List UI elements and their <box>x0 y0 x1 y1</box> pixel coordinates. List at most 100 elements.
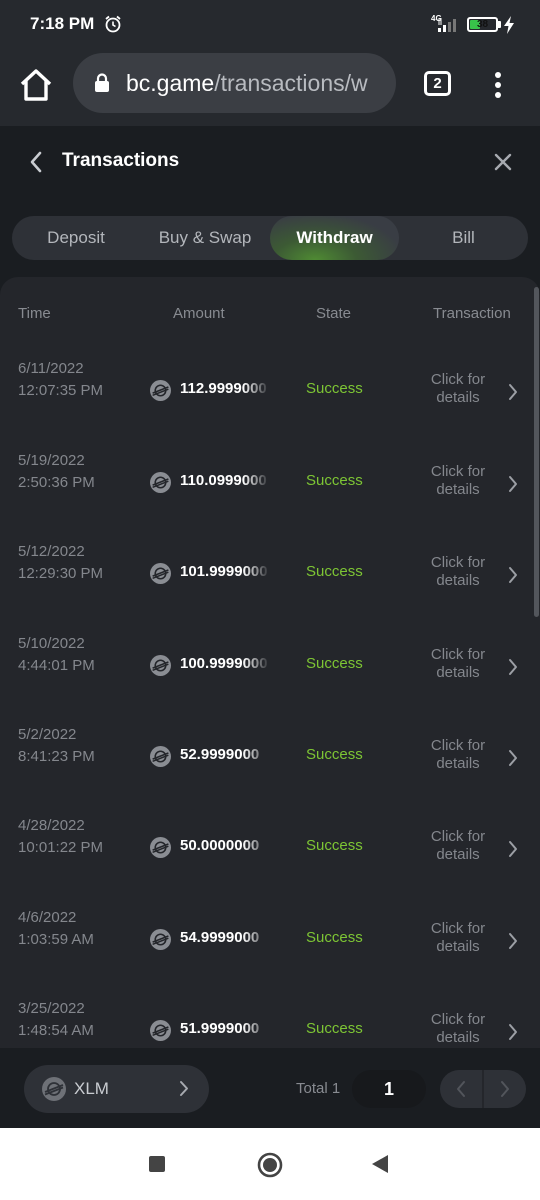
column-header-state: State <box>316 305 352 322</box>
previous-page-icon[interactable] <box>456 1080 466 1098</box>
page-header: Transactions <box>0 126 540 202</box>
recents-button[interactable] <box>149 1156 165 1172</box>
chevron-right-icon[interactable] <box>507 749 519 767</box>
row-state: Success <box>306 655 363 672</box>
lock-icon <box>95 73 109 92</box>
system-navigation-bar <box>0 1128 540 1200</box>
total-count: Total 1 <box>296 1080 341 1097</box>
url-text: bc.game/transactions/w <box>126 70 368 97</box>
current-page[interactable]: 1 <box>352 1070 426 1108</box>
row-date: 4/6/2022 <box>18 909 77 926</box>
tab-switcher-button[interactable]: 2 <box>424 71 451 96</box>
row-time: 1:03:59 AM <box>18 931 94 948</box>
scrollbar[interactable] <box>534 287 539 617</box>
row-state: Success <box>306 472 363 489</box>
page-navigation <box>440 1070 526 1108</box>
chevron-right-icon <box>180 1081 188 1096</box>
chevron-right-icon[interactable] <box>507 1023 519 1041</box>
row-date: 4/28/2022 <box>18 817 85 834</box>
row-timestamp: 4/28/2022 10:01:22 PM <box>18 815 103 859</box>
more-menu-icon[interactable] <box>487 70 509 100</box>
row-state: Success <box>306 929 363 946</box>
row-timestamp: 5/2/2022 8:41:23 PM <box>18 724 95 768</box>
row-date: 6/11/2022 <box>18 360 84 377</box>
column-header-time: Time <box>18 305 51 322</box>
row-amount: 110.0999000 <box>180 472 267 489</box>
stellar-xlm-icon <box>150 837 171 858</box>
row-details-link[interactable]: Click for details <box>420 828 496 864</box>
row-amount: 101.9999000 <box>180 563 268 580</box>
chevron-right-icon[interactable] <box>507 383 519 401</box>
row-timestamp: 3/25/2022 1:48:54 AM <box>18 998 94 1042</box>
column-header-amount: Amount <box>173 305 225 322</box>
row-state: Success <box>306 1020 363 1037</box>
status-time: 7:18 PM <box>30 14 95 33</box>
chevron-right-icon[interactable] <box>507 840 519 858</box>
table-row[interactable]: 5/19/2022 2:50:36 PM 110.0999000 Success Cli… <box>0 450 534 541</box>
stellar-xlm-icon <box>150 655 171 676</box>
row-state: Success <box>306 837 363 854</box>
row-time: 10:01:22 PM <box>18 839 104 856</box>
tab-deposit[interactable]: Deposit <box>12 216 140 260</box>
close-icon[interactable] <box>493 152 513 172</box>
row-amount: 54.9999000 <box>180 929 260 946</box>
row-time: 12:07:35 PM <box>18 382 104 399</box>
row-details-link[interactable]: Click for details <box>420 463 496 499</box>
row-details-link[interactable]: Click for details <box>420 1011 496 1047</box>
pager-divider <box>482 1070 484 1108</box>
transactions-panel: Time Amount State Transaction 6/11/2022 1… <box>0 277 540 1125</box>
row-state: Success <box>306 563 363 580</box>
table-row[interactable]: 5/12/2022 12:29:30 PM 101.9999000 Success Cl… <box>0 541 534 632</box>
tab-bill[interactable]: Bill <box>399 216 528 260</box>
currency-label: XLM <box>74 1079 109 1098</box>
row-time: 12:29:30 PM <box>18 565 104 582</box>
back-button[interactable] <box>370 1154 390 1174</box>
transaction-type-tabs: Deposit Buy & Swap Withdraw Bill <box>12 216 528 260</box>
row-timestamp: 4/6/2022 1:03:59 AM <box>18 907 94 951</box>
next-page-icon[interactable] <box>500 1080 510 1098</box>
pagination-footer: XLM Total 1 1 <box>0 1048 540 1128</box>
row-amount: 50.0000000 <box>180 837 260 854</box>
row-details-link[interactable]: Click for details <box>420 920 496 956</box>
row-details-link[interactable]: Click for details <box>420 737 496 773</box>
tab-withdraw[interactable]: Withdraw <box>270 216 399 260</box>
table-row[interactable]: 5/10/2022 4:44:01 PM 100.9999000 Success Cli… <box>0 633 534 724</box>
chevron-right-icon[interactable] <box>507 475 519 493</box>
row-date: 5/10/2022 <box>18 635 85 652</box>
stellar-xlm-icon <box>150 929 171 950</box>
table-row[interactable]: 5/2/2022 8:41:23 PM 52.9999000 Success Click… <box>0 724 534 815</box>
stellar-xlm-icon <box>42 1077 66 1101</box>
table-row[interactable]: 6/11/2022 12:07:35 PM 112.9999000 Success Cl… <box>0 358 534 449</box>
chevron-right-icon[interactable] <box>507 566 519 584</box>
back-chevron-icon[interactable] <box>28 150 44 174</box>
row-amount: 51.9999000 <box>180 1020 260 1037</box>
table-row[interactable]: 4/6/2022 1:03:59 AM 54.9999000 Success Click… <box>0 907 534 998</box>
home-icon[interactable] <box>18 68 54 102</box>
address-bar[interactable]: bc.game/transactions/w <box>73 53 396 113</box>
charging-bolt-icon <box>504 16 514 34</box>
row-timestamp: 5/12/2022 12:29:30 PM <box>18 541 103 585</box>
page-title: Transactions <box>62 150 180 171</box>
row-state: Success <box>306 746 363 763</box>
tab-buy-swap[interactable]: Buy & Swap <box>141 216 269 260</box>
row-time: 4:44:01 PM <box>18 657 95 674</box>
row-date: 5/19/2022 <box>18 452 85 469</box>
table-row[interactable]: 4/28/2022 10:01:22 PM 50.0000000 Success Cli… <box>0 815 534 906</box>
stellar-xlm-icon <box>150 380 171 401</box>
row-timestamp: 5/19/2022 2:50:36 PM <box>18 450 95 494</box>
row-details-link[interactable]: Click for details <box>420 554 496 590</box>
currency-selector[interactable]: XLM <box>24 1065 209 1113</box>
row-details-link[interactable]: Click for details <box>420 371 496 407</box>
url-host: bc.game <box>126 70 215 96</box>
home-button[interactable] <box>257 1152 283 1178</box>
column-header-transaction: Transaction <box>433 305 511 322</box>
row-date: 5/12/2022 <box>18 543 85 560</box>
chevron-right-icon[interactable] <box>507 932 519 950</box>
chevron-right-icon[interactable] <box>507 658 519 676</box>
stellar-xlm-icon <box>150 563 171 584</box>
row-time: 8:41:23 PM <box>18 748 95 765</box>
battery-tip <box>498 21 501 28</box>
row-details-link[interactable]: Click for details <box>420 646 496 682</box>
row-amount: 100.9999000 <box>180 655 268 672</box>
signal-strength-icon <box>438 18 456 32</box>
